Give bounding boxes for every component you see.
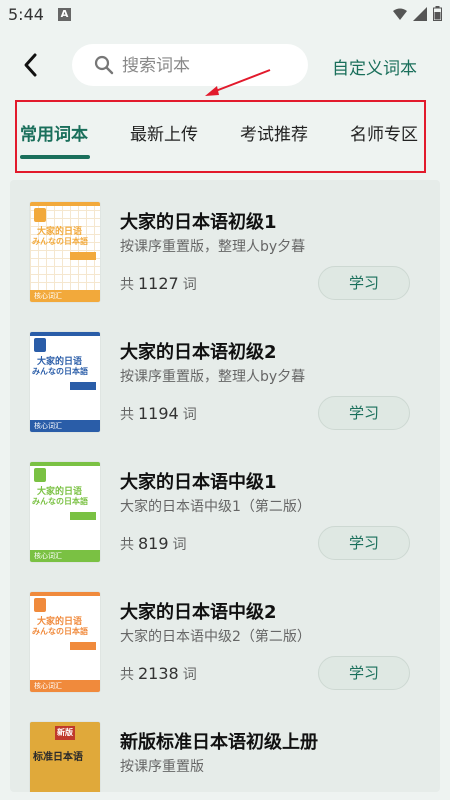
book-title: 大家的日本语中级1 [120,472,277,493]
book-subtitle: 按课序重置版，整理人by夕暮 [120,369,306,385]
status-time: 5:44 [8,5,44,24]
cover-subtitle: みんなの日本語 [32,497,88,506]
cover-badge-icon [34,338,46,352]
status-bar: 5:44 A [0,0,450,30]
book-cover: 新版 标准日本语 [30,722,100,792]
list-item[interactable]: 大家的日语 みんなの日本語 核心词汇 大家的日本语中级1 大家的日本语中级1（第… [10,440,440,570]
cover-badge-icon [34,208,46,222]
book-subtitle: 大家的日本语中级2（第二版） [120,629,311,645]
notification-a-icon: A [58,8,71,21]
book-list: 大家的日语 みんなの日本語 核心词汇 大家的日本语初级1 按课序重置版，整理人b… [10,180,440,792]
study-button[interactable]: 学习 [318,396,410,430]
cover-bottom: 核心词汇 [30,290,100,302]
cover-subtitle: みんなの日本語 [32,237,88,246]
cover-subtitle: みんなの日本語 [32,627,88,636]
book-title: 大家的日本语初级2 [120,342,277,363]
annotation-arrow-icon [205,69,271,96]
book-cover: 大家的日语 みんなの日本語 核心词汇 [30,202,100,302]
cover-title: 新版 [55,726,75,740]
book-title: 新版标准日本语初级上册 [120,732,318,753]
word-count: 共 819 词 [120,534,187,553]
list-item[interactable]: 大家的日语 みんなの日本語 核心词汇 大家的日本语中级2 大家的日本语中级2（第… [10,570,440,700]
cover-bottom: 核心词汇 [30,680,100,692]
study-button[interactable]: 学习 [318,266,410,300]
word-count: 共 2138 词 [120,664,197,683]
book-cover: 大家的日语 みんなの日本語 核心词汇 [30,592,100,692]
chevron-left-icon [24,53,37,77]
book-cover: 大家的日语 みんなの日本語 核心词汇 [30,462,100,562]
word-count: 共 1127 词 [120,274,197,293]
highlight-box [15,100,426,173]
cover-bottom: 核心词汇 [30,420,100,432]
cover-badge-icon [34,468,46,482]
cover-subtitle: みんなの日本語 [32,367,88,376]
word-count: 共 1194 词 [120,404,197,423]
list-item[interactable]: 新版 标准日本语 新版标准日本语初级上册 按课序重置版 [10,700,440,792]
study-button[interactable]: 学习 [318,526,410,560]
book-title: 大家的日本语中级2 [120,602,277,623]
back-button[interactable] [14,48,48,82]
status-right-icons [393,6,442,21]
search-icon [94,55,114,75]
book-cover: 大家的日语 みんなの日本語 核心词汇 [30,332,100,432]
cover-bottom: 核心词汇 [30,550,100,562]
list-item[interactable]: 大家的日语 みんなの日本語 核心词汇 大家的日本语初级2 按课序重置版，整理人b… [10,310,440,440]
book-subtitle: 按课序重置版，整理人by夕暮 [120,239,306,255]
battery-icon [433,6,442,21]
book-subtitle: 大家的日本语中级1（第二版） [120,499,311,515]
custom-wordbook-link[interactable]: 自定义词本 [332,54,417,79]
cover-subtitle: 标准日本语 [33,752,83,763]
book-subtitle: 按课序重置版 [120,759,204,775]
signal-icon [413,6,427,21]
cover-badge-icon [34,598,46,612]
study-button[interactable]: 学习 [318,656,410,690]
list-item[interactable]: 大家的日语 みんなの日本語 核心词汇 大家的日本语初级1 按课序重置版，整理人b… [10,180,440,310]
wifi-icon [393,8,407,20]
book-title: 大家的日本语初级1 [120,212,277,233]
